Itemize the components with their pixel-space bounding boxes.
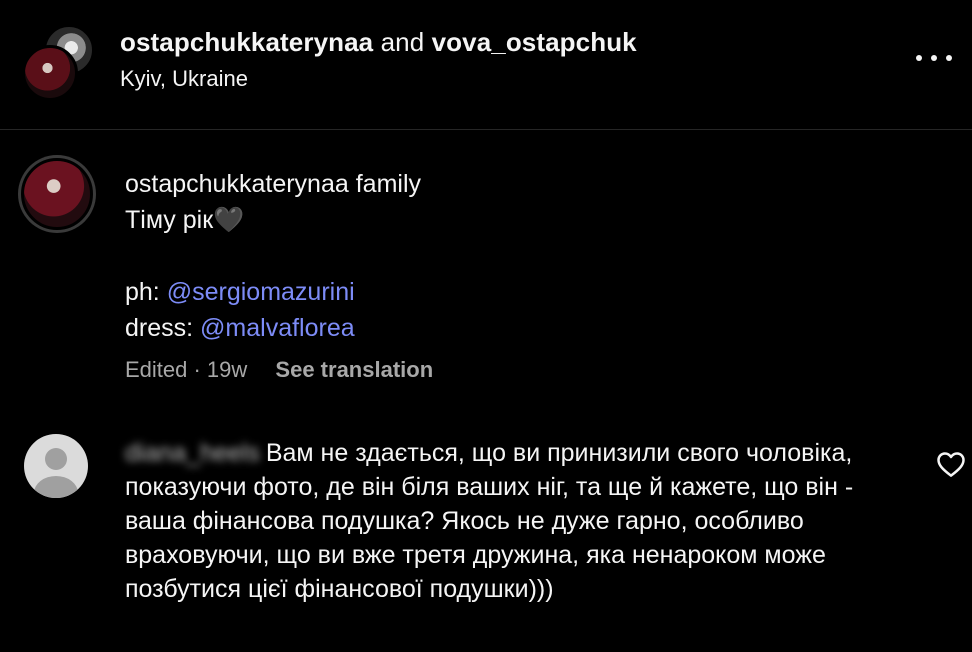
post-authors: ostapchukkaterynaa and vova_ostapchuk (120, 27, 637, 58)
caption-author-link[interactable]: ostapchukkaterynaa (125, 170, 349, 198)
avatar-image (21, 158, 93, 230)
author-link-1[interactable]: ostapchukkaterynaa (120, 27, 373, 57)
more-horizontal-icon (931, 55, 937, 61)
caption-avatar[interactable] (18, 155, 96, 233)
more-horizontal-icon (916, 55, 922, 61)
heart-outline-icon (937, 452, 965, 477)
post-header: ostapchukkaterynaa and vova_ostapchuk Ky… (0, 0, 972, 130)
like-comment-button[interactable] (936, 450, 966, 478)
mention-link[interactable]: @malvaflorea (200, 314, 355, 342)
default-avatar-icon (34, 476, 78, 498)
credit-label: dress: (125, 314, 194, 342)
avatar-ostapchukkaterynaa[interactable] (22, 45, 78, 101)
comment: diana_heels Вам не здається, що ви приниз… (125, 436, 915, 606)
authors-joiner: and (380, 27, 425, 57)
credit-label: ph: (125, 278, 160, 306)
caption-text: family (355, 170, 422, 198)
see-translation-button[interactable]: See translation (275, 357, 433, 382)
comment-username[interactable]: diana_heels (125, 436, 260, 470)
more-options-button[interactable] (916, 48, 952, 68)
caption-line-2: Тіму рік🖤 (125, 206, 245, 234)
caption-credit-dress: dress: @malvaflorea (125, 310, 945, 346)
edited-timestamp: Edited · 19w (125, 357, 248, 382)
author-link-2[interactable]: vova_ostapchuk (432, 27, 637, 57)
comment-avatar[interactable] (24, 434, 88, 498)
caption-first-line: ostapchukkaterynaa family (125, 166, 945, 202)
collab-avatars[interactable] (22, 25, 94, 101)
caption-credit-ph: ph: @sergiomazurini (125, 274, 945, 310)
default-avatar-icon (45, 448, 67, 470)
caption-meta: Edited · 19w See translation (125, 357, 433, 383)
post-caption: ostapchukkaterynaa family Тіму рік🖤 ph: … (125, 166, 945, 346)
mention-link[interactable]: @sergiomazurini (167, 278, 355, 306)
location-link[interactable]: Kyiv, Ukraine (120, 66, 248, 92)
more-horizontal-icon (946, 55, 952, 61)
